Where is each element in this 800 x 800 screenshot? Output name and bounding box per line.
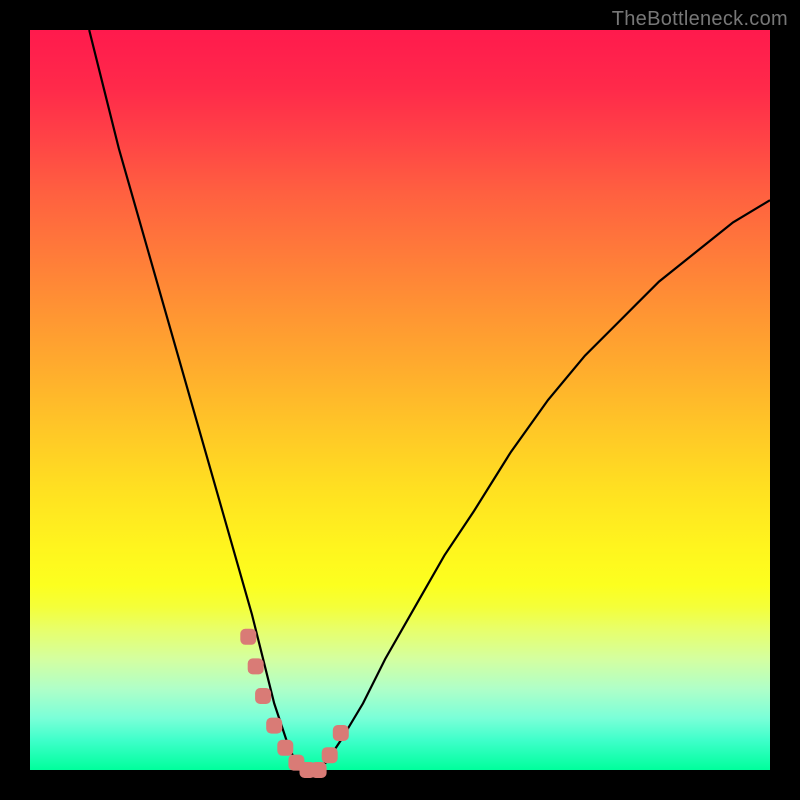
curve-markers (240, 629, 348, 778)
chart-plot-area (30, 30, 770, 770)
curve-marker (277, 740, 293, 756)
chart-svg (30, 30, 770, 770)
curve-marker (311, 762, 327, 778)
curve-marker (255, 688, 271, 704)
bottleneck-curve (89, 30, 770, 770)
curve-marker (248, 658, 264, 674)
curve-marker (333, 725, 349, 741)
watermark-text: TheBottleneck.com (612, 8, 788, 31)
curve-marker (322, 747, 338, 763)
curve-marker (266, 718, 282, 734)
curve-marker (240, 629, 256, 645)
